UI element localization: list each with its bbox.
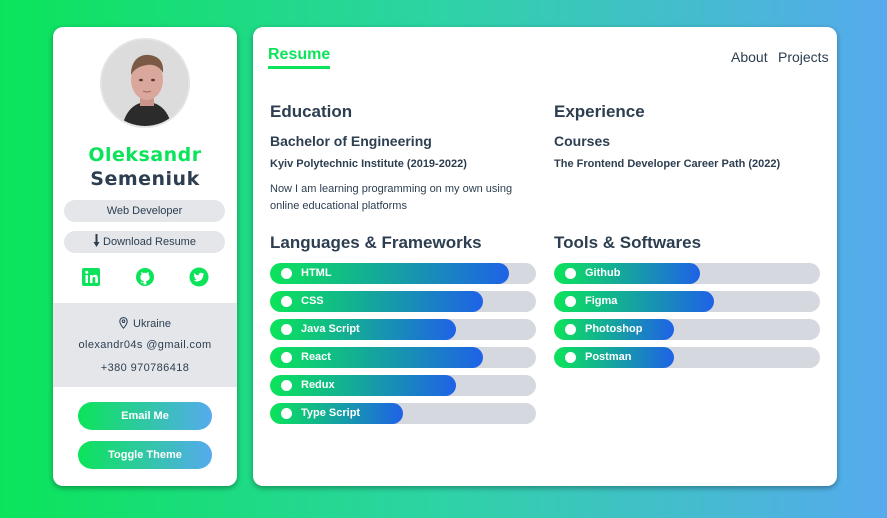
last-name: Semeniuk (90, 168, 200, 190)
role-label: Web Developer (106, 205, 183, 217)
toggle-theme-button[interactable]: Toggle Theme (78, 441, 212, 469)
skill-bar: CSS (270, 291, 536, 312)
skill-dot-icon (281, 380, 292, 391)
contact-info: Ukraine olexandr04s @gmail.com +380 9707… (53, 303, 237, 387)
skill-label: CSS (301, 295, 324, 307)
skill-bar: Postman (554, 347, 820, 368)
role-badge: Web Developer (64, 200, 225, 222)
resume-panel: Resume About Projects Education Bachelor… (253, 27, 837, 486)
download-icon (93, 234, 100, 250)
github-icon[interactable] (135, 267, 155, 287)
email-me-button[interactable]: Email Me (78, 402, 212, 430)
skill-dot-icon (565, 352, 576, 363)
skill-label: Postman (585, 351, 632, 363)
skill-bar-fill (270, 375, 456, 396)
linkedin-icon[interactable] (81, 267, 101, 287)
experience-detail: The Frontend Developer Career Path (2022… (554, 158, 781, 170)
location-pin-icon (119, 317, 128, 332)
nav-about-link[interactable]: About (731, 49, 768, 65)
location-label: Ukraine (133, 318, 171, 330)
twitter-icon[interactable] (189, 267, 209, 287)
tools-heading: Tools & Softwares (554, 233, 702, 252)
education-degree: Bachelor of Engineering (270, 133, 432, 149)
phone-number: +380 970786418 (100, 362, 190, 374)
skill-bar: Github (554, 263, 820, 284)
skill-label: React (301, 351, 331, 363)
education-heading: Education (270, 102, 353, 121)
skill-label: HTML (301, 267, 332, 279)
skill-label: Java Script (301, 323, 360, 335)
languages-heading: Languages & Frameworks (270, 233, 482, 252)
skill-bar: Java Script (270, 319, 536, 340)
skill-label: Figma (585, 295, 618, 307)
skill-label: Type Script (301, 407, 361, 419)
experience-title: Courses (554, 133, 611, 149)
email-address: olexandr04s @gmail.com (78, 339, 212, 351)
social-links (53, 267, 237, 287)
skill-label: Redux (301, 379, 335, 391)
skill-dot-icon (281, 324, 292, 335)
location: Ukraine (53, 317, 237, 332)
skill-dot-icon (565, 268, 576, 279)
tab-resume[interactable]: Resume (268, 46, 331, 69)
skill-dot-icon (281, 408, 292, 419)
first-name: Oleksandr (88, 144, 202, 166)
skill-label: Github (585, 267, 621, 279)
education-school: Kyiv Polytechnic Institute (2019-2022) (270, 158, 467, 170)
skill-dot-icon (565, 324, 576, 335)
skill-bar: Type Script (270, 403, 536, 424)
skill-dot-icon (565, 296, 576, 307)
experience-heading: Experience (554, 102, 645, 121)
skill-dot-icon (281, 268, 292, 279)
skill-bar: React (270, 347, 536, 368)
skill-bar: Photoshop (554, 319, 820, 340)
skill-bar: HTML (270, 263, 536, 284)
skill-bar-fill (270, 319, 456, 340)
download-resume-label: Download Resume (103, 236, 196, 248)
skill-bar-fill (554, 291, 714, 312)
nav-projects-link[interactable]: Projects (778, 49, 829, 65)
education-description: Now I am learning programming on my own … (270, 183, 513, 212)
skill-bar: Figma (554, 291, 820, 312)
avatar-photo (102, 40, 188, 126)
download-resume-button[interactable]: Download Resume (64, 231, 225, 253)
skill-dot-icon (281, 296, 292, 307)
profile-card: Oleksandr Semeniuk Web Developer Downloa… (53, 27, 237, 486)
skill-bar: Redux (270, 375, 536, 396)
skill-dot-icon (281, 352, 292, 363)
avatar (100, 38, 190, 128)
skill-label: Photoshop (585, 323, 643, 335)
